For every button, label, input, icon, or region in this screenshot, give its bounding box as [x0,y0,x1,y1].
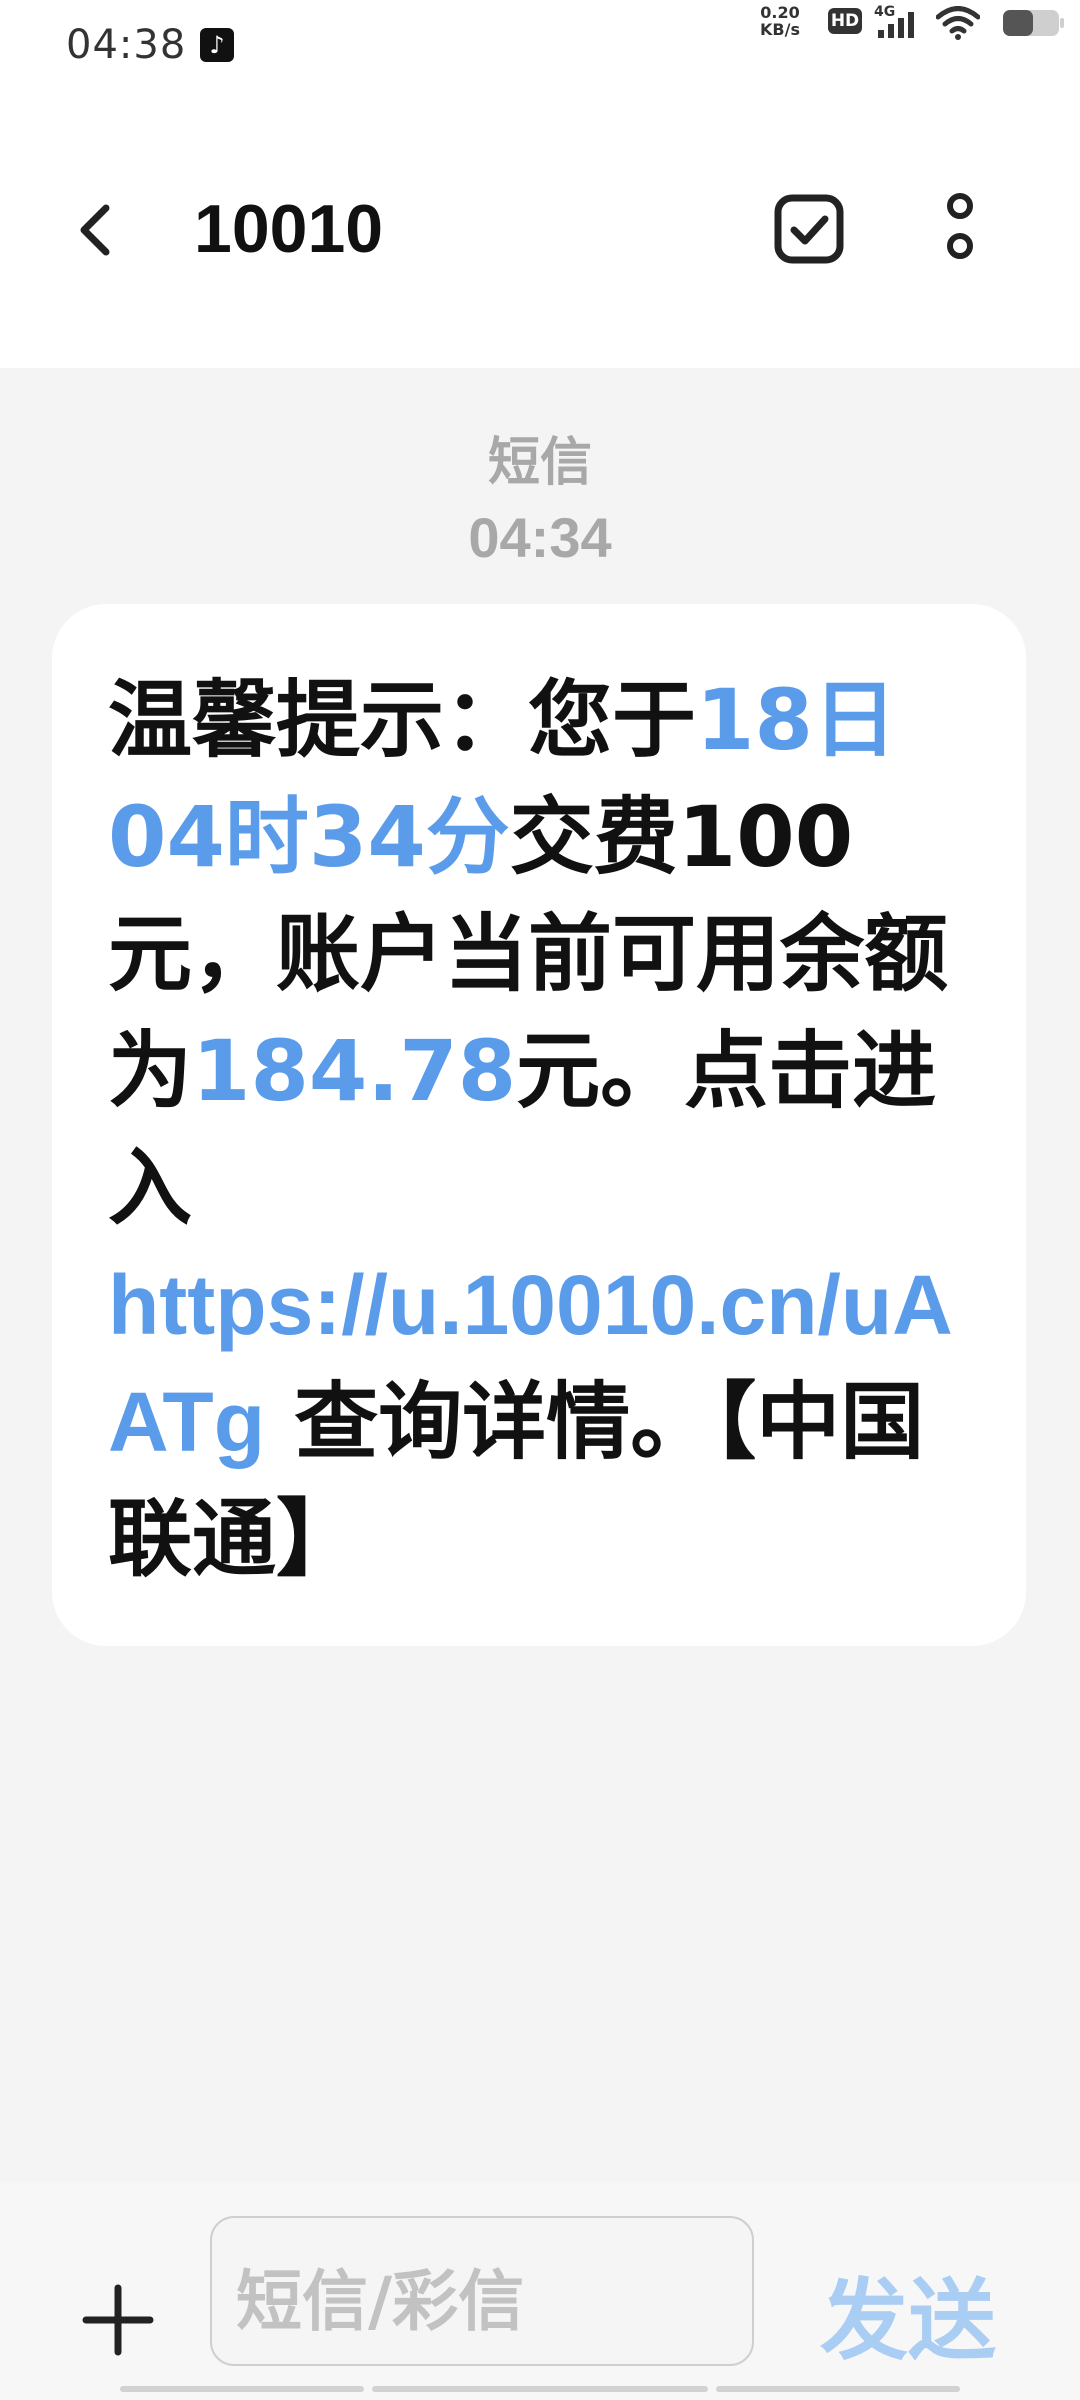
message-bubble[interactable]: 温馨提示：您于18日 04时34分交费100元，账户当前可用余额为184.78元。… [52,604,1026,1646]
message-date-link[interactable]: 18日 [696,671,897,769]
tiktok-icon: ♪ [200,28,234,62]
message-text-part: 温馨提示：您于 [108,671,697,769]
network-speed-value: 0.20 [760,3,800,22]
select-icon[interactable] [772,192,846,266]
divider-segment [372,2386,708,2392]
message-type-label: 短信 [487,433,592,493]
message-text: 温馨提示：您于18日 04时34分交费100元，账户当前可用余额为184.78元。… [108,662,972,1598]
status-bar: 04:38 ♪ 0.20 KB/s HD 4G [0,0,1080,92]
more-vertical-icon[interactable] [930,192,990,266]
wifi-icon [936,6,980,40]
message-input[interactable]: 短信/彩信 [210,2216,754,2366]
battery-icon [1003,10,1064,36]
message-timestamp: 04:34 [468,506,612,569]
plus-icon[interactable] [80,2282,156,2358]
message-time-link[interactable]: 04时34分 [108,788,510,886]
back-icon[interactable] [60,192,136,268]
send-button[interactable]: 发送 [820,2250,996,2377]
network-type-label: 4G [874,4,895,20]
hd-icon: HD [828,8,862,34]
message-amount-link[interactable]: 184.78 [192,1022,516,1120]
network-speed-unit: KB/s [760,20,800,39]
divider-segment [716,2386,960,2392]
bottom-divider [0,2386,1080,2394]
status-time: 04:38 [66,22,187,68]
conversation-header: 10010 [0,92,1080,368]
conversation-title: 10010 [194,191,384,267]
divider-segment [120,2386,364,2392]
message-composer: 短信/彩信 发送 [0,2182,1080,2400]
network-speed: 0.20 KB/s [760,4,800,38]
signal-icon: 4G [874,4,914,38]
